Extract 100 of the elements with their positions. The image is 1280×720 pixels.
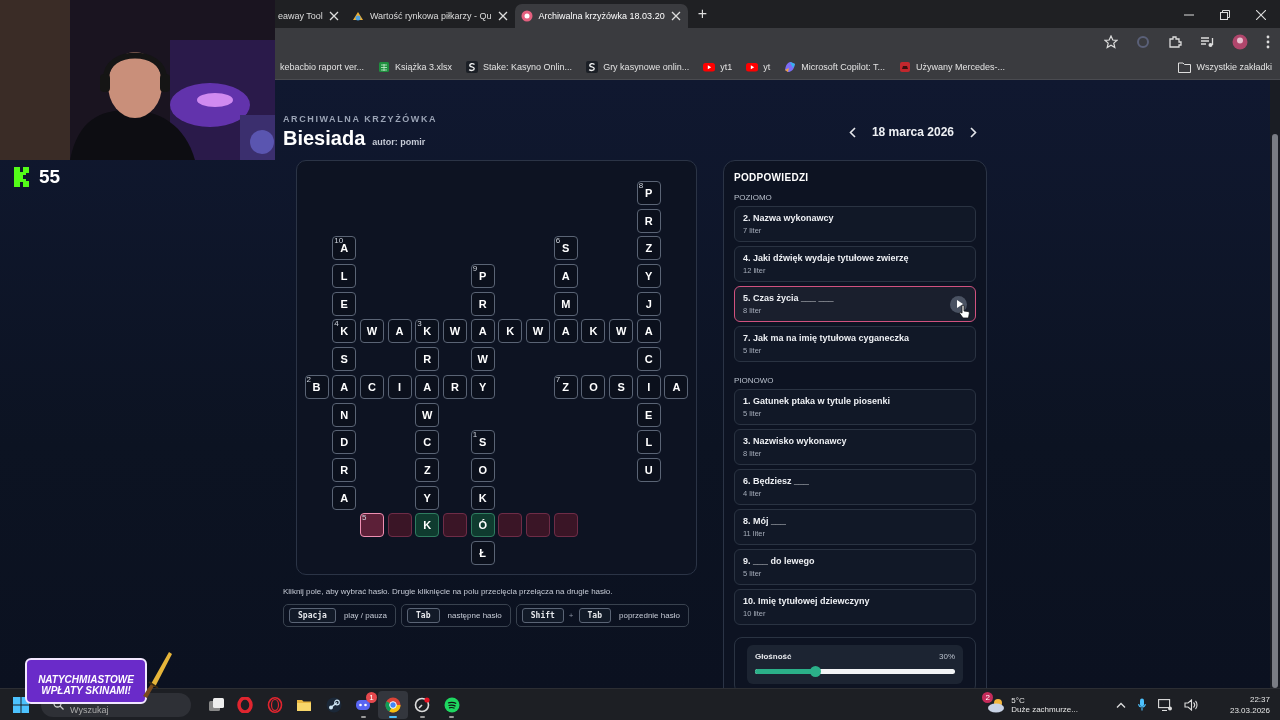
- crossword-cell[interactable]: R: [636, 208, 661, 233]
- crossword-cell[interactable]: W: [359, 319, 384, 344]
- crossword-cell[interactable]: R: [442, 374, 467, 399]
- bookmark[interactable]: yt1: [703, 61, 733, 73]
- crossword-cell[interactable]: E: [636, 402, 661, 427]
- crossword-cell[interactable]: [553, 513, 578, 538]
- crossword-cell[interactable]: W: [609, 319, 634, 344]
- crossword-cell[interactable]: I: [387, 374, 412, 399]
- crossword-cell[interactable]: A: [636, 319, 661, 344]
- crossword-cell[interactable]: A: [332, 374, 357, 399]
- crossword-cell[interactable]: Y: [636, 264, 661, 289]
- bookmark[interactable]: Gry kasynowe onlin...: [586, 61, 690, 73]
- crossword-cell[interactable]: A: [664, 374, 689, 399]
- clue-number: 4: [334, 320, 339, 329]
- crossword-cell[interactable]: A: [415, 374, 440, 399]
- crossword-cell[interactable]: S: [332, 347, 357, 372]
- crossword-cell[interactable]: C: [359, 374, 384, 399]
- browser-tab[interactable]: Wartość rynkowa piłkarzy - Qu: [345, 4, 515, 28]
- start-icon[interactable]: [13, 696, 29, 713]
- scrollbar[interactable]: [1270, 80, 1280, 688]
- crossword-cell[interactable]: [526, 513, 551, 538]
- microphone-icon[interactable]: [1137, 698, 1146, 711]
- crossword-cell[interactable]: R: [332, 457, 357, 482]
- crossword-cell[interactable]: S: [609, 374, 634, 399]
- crossword-cell[interactable]: [442, 513, 467, 538]
- bookmark[interactable]: Książka 3.xlsx: [378, 61, 453, 73]
- bookmark[interactable]: kebacbio raport ver...: [280, 62, 365, 72]
- network-icon[interactable]: [1157, 698, 1172, 711]
- puzzle-icon[interactable]: [1168, 34, 1182, 49]
- crossword-cell[interactable]: A: [470, 319, 495, 344]
- close-icon[interactable]: [670, 11, 681, 21]
- scrollbar-thumb[interactable]: [1272, 134, 1278, 688]
- taskbar-app[interactable]: [378, 690, 408, 719]
- menu-icon[interactable]: [1266, 34, 1270, 49]
- bookmark[interactable]: yt: [746, 61, 771, 73]
- playlist-icon[interactable]: [1200, 34, 1214, 49]
- crossword-cell[interactable]: W: [470, 347, 495, 372]
- sheet-icon: [378, 61, 391, 73]
- star-icon[interactable]: [1104, 34, 1118, 49]
- volume-slider[interactable]: [755, 669, 955, 674]
- clue-text: 4. Jaki dźwięk wydaje tytułowe zwierzę: [743, 253, 910, 263]
- crossword-cell[interactable]: A: [553, 264, 578, 289]
- crossword-cell[interactable]: D: [332, 430, 357, 455]
- crossword-cell[interactable]: I: [636, 374, 661, 399]
- car-icon: [899, 61, 912, 73]
- speaker-icon[interactable]: [1183, 698, 1198, 711]
- bookmark[interactable]: Microsoft Copilot: T...: [784, 61, 886, 73]
- close-icon[interactable]: [1256, 10, 1266, 20]
- cell-letter: W: [532, 325, 544, 338]
- chevron-up-icon[interactable]: [1115, 701, 1126, 708]
- crossword-cell[interactable]: U: [636, 457, 661, 482]
- browser-tab[interactable]: Archiwalna krzyżówka 18.03.20: [514, 4, 688, 28]
- cell-letter: Y: [479, 380, 487, 393]
- crossword-cell[interactable]: N: [332, 402, 357, 427]
- crossword-cell[interactable]: [498, 513, 523, 538]
- crossword-cell[interactable]: O: [470, 457, 495, 482]
- crossword-cell[interactable]: L: [332, 264, 357, 289]
- close-icon[interactable]: [497, 11, 508, 21]
- crossword-cell[interactable]: K: [498, 319, 523, 344]
- previous-date-button[interactable]: [846, 124, 858, 140]
- crossword-cell[interactable]: C: [636, 347, 661, 372]
- bookmark[interactable]: Wszystkie zakładki: [1178, 61, 1272, 73]
- bookmark[interactable]: Używany Mercedes-...: [899, 61, 1006, 73]
- crossword-cell[interactable]: Y: [470, 374, 495, 399]
- new-tab-button[interactable]: +: [697, 5, 707, 23]
- taskbar-app[interactable]: 1: [348, 690, 378, 719]
- crossword-cell[interactable]: W: [526, 319, 551, 344]
- crossword-cell[interactable]: W: [442, 319, 467, 344]
- crossword-cell[interactable]: J: [636, 291, 661, 316]
- crossword-cell[interactable]: C: [415, 430, 440, 455]
- crossword-cell[interactable]: M: [553, 291, 578, 316]
- crossword-cell[interactable]: L: [636, 430, 661, 455]
- crossword-cell[interactable]: R: [470, 291, 495, 316]
- browser-tab[interactable]: eaway Tool: [272, 4, 346, 28]
- puzzle-date: 18 marca 2026: [871, 125, 954, 139]
- crossword-cell[interactable]: [387, 513, 412, 538]
- bookmark[interactable]: Stake: Kasyno Onlin...: [466, 61, 573, 73]
- crossword-cell[interactable]: K: [470, 485, 495, 510]
- crossword-cell[interactable]: R: [415, 347, 440, 372]
- cell-letter: A: [561, 270, 570, 283]
- crossword-cell[interactable]: O: [581, 374, 606, 399]
- crossword-cell[interactable]: Ł: [470, 540, 495, 565]
- crossword-cell[interactable]: A: [332, 485, 357, 510]
- crossword-cell[interactable]: 5: [359, 513, 384, 538]
- crossword-cell[interactable]: A: [387, 319, 412, 344]
- crossword-cell[interactable]: Y: [415, 485, 440, 510]
- crossword-cell[interactable]: W: [415, 402, 440, 427]
- crossword-cell[interactable]: K: [581, 319, 606, 344]
- close-icon[interactable]: [328, 11, 339, 21]
- next-date-button[interactable]: [968, 124, 979, 140]
- clock[interactable]: 22:37 23.03.2026: [1229, 694, 1270, 715]
- crossword-cell[interactable]: E: [332, 291, 357, 316]
- avatar-icon[interactable]: [1232, 33, 1248, 50]
- restore-icon[interactable]: [1220, 10, 1230, 20]
- slider-thumb[interactable]: [810, 666, 821, 677]
- crossword-cell[interactable]: K: [415, 513, 440, 538]
- crossword-cell[interactable]: Z: [636, 236, 661, 261]
- crossword-cell[interactable]: Ó: [470, 513, 495, 538]
- crossword-cell[interactable]: A: [553, 319, 578, 344]
- crossword-cell[interactable]: Z: [415, 457, 440, 482]
